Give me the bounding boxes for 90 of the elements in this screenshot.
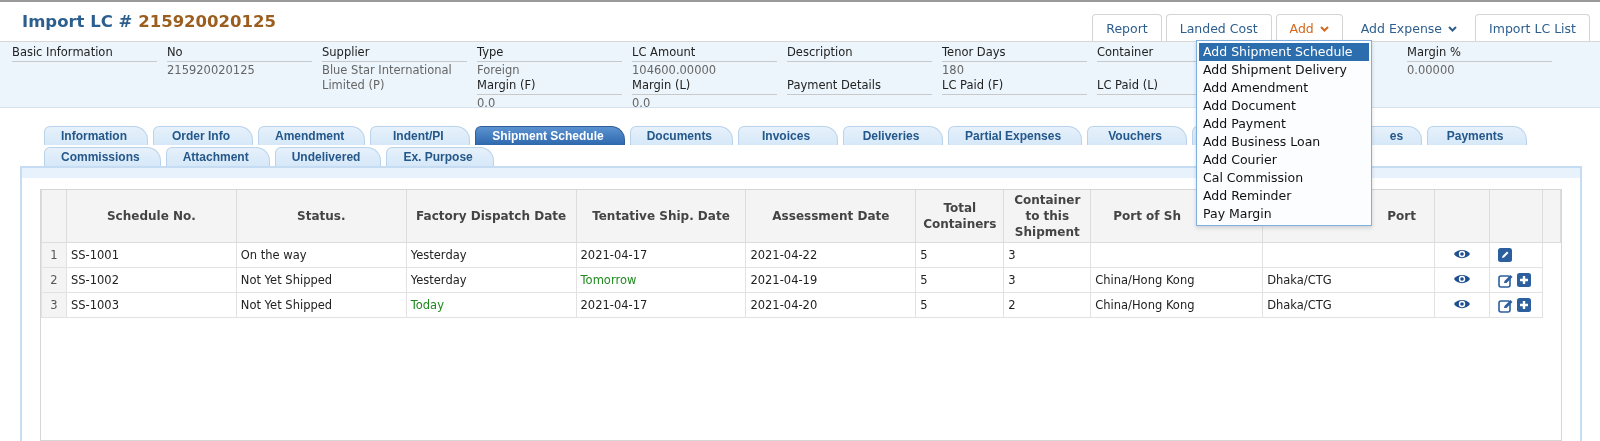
tab[interactable]: Attachment [165, 147, 270, 166]
table-cell: Tomorrow [576, 267, 746, 293]
menu-item[interactable]: Add Document [1199, 97, 1369, 115]
eye-icon[interactable] [1452, 272, 1471, 285]
field-label: Payment Details [787, 78, 932, 95]
tab[interactable]: Commissions [44, 147, 161, 166]
eye-icon[interactable] [1452, 297, 1471, 310]
column-header: Status. [236, 190, 407, 243]
tab[interactable]: Undelivered [274, 147, 382, 166]
row-number: 2 [41, 267, 67, 293]
menu-item[interactable]: Add Shipment Delivery [1199, 61, 1369, 79]
header-button[interactable]: Report [1092, 14, 1162, 41]
table-cell: Dhaka/CTG [1262, 292, 1435, 318]
eye-icon[interactable] [1452, 247, 1471, 260]
field-value: 104600.00000 [632, 62, 718, 78]
page-title: Import LC # 215920020125 [22, 12, 276, 31]
tab[interactable]: Indent/PI [370, 126, 471, 145]
table-cell: Dhaka/CTG [1262, 267, 1435, 293]
table-cell: 5 [915, 242, 1004, 268]
column-header: Schedule No. [66, 190, 237, 243]
tab[interactable]: Amendment [258, 126, 366, 145]
table-cell: 2021-04-22 [745, 242, 916, 268]
field-label: Margin % [1407, 45, 1552, 62]
table-cell: Not Yet Shipped [236, 267, 407, 293]
field-label: Type [477, 45, 622, 62]
table-cell: 2021-04-20 [745, 292, 916, 318]
tab[interactable]: Documents [629, 126, 734, 145]
tab[interactable]: Invoices [738, 126, 839, 145]
field-value: 0.00000 [1407, 62, 1456, 78]
table-cell: Not Yet Shipped [236, 292, 407, 318]
menu-item[interactable]: Add Business Loan [1199, 133, 1369, 151]
column-header: Tentative Ship. Date [576, 190, 746, 243]
tab[interactable]: Partial Expenses [948, 126, 1083, 145]
field-label: Margin (L) [632, 78, 777, 95]
tab[interactable]: Deliveries [843, 126, 944, 145]
field-label: Supplier [322, 45, 467, 62]
table-cell: On the way [236, 242, 407, 268]
table-cell: 2021-04-17 [576, 292, 746, 318]
field-label: Margin (F) [477, 78, 622, 95]
field-label: Description [787, 45, 932, 62]
table-cell: Yesterday [406, 267, 577, 293]
table-cell: SS-1001 [66, 242, 237, 268]
field-value: 180 [942, 62, 965, 78]
table-cell: SS-1003 [66, 292, 237, 318]
table-cell: 5 [915, 267, 1004, 293]
edit-icon[interactable] [1497, 297, 1514, 313]
table-cell: Yesterday [406, 242, 577, 268]
column-header: Container to this Shipment [1003, 190, 1091, 243]
row-number: 3 [41, 292, 67, 318]
dropdown-button[interactable]: Add [1275, 14, 1343, 41]
field-label: Basic Information [12, 45, 157, 62]
menu-item[interactable]: Add Shipment Schedule [1199, 43, 1369, 61]
edit-icon[interactable] [1497, 248, 1512, 262]
table-cell: SS-1002 [66, 267, 237, 293]
table-cell: 3 [1003, 267, 1091, 293]
tab[interactable]: Vouchers [1087, 126, 1188, 145]
field-label: Tenor Days [942, 45, 1087, 62]
table-cell: 2 [1003, 292, 1091, 318]
table-cell: China/Hong Kong [1090, 292, 1263, 318]
field-label: LC Amount [632, 45, 777, 62]
tab[interactable]: Information [44, 126, 148, 145]
field-label: LC Paid (F) [942, 78, 1087, 95]
header-button[interactable]: Landed Cost [1165, 14, 1272, 41]
field-value: Foreign [477, 62, 521, 78]
table-cell: 2021-04-17 [576, 242, 746, 268]
field-label: No [167, 45, 312, 62]
field-value: 0.0 [632, 95, 652, 111]
tab[interactable]: Shipment Schedule [475, 126, 625, 145]
column-header: Assessment Date [745, 190, 916, 243]
table-cell: 5 [915, 292, 1004, 318]
menu-item[interactable]: Add Payment [1199, 115, 1369, 133]
plus-icon[interactable] [1516, 273, 1531, 287]
menu-item[interactable]: Cal Commission [1199, 169, 1369, 187]
column-header: Total Containers [915, 190, 1004, 243]
table-cell: China/Hong Kong [1090, 267, 1263, 293]
plus-icon[interactable] [1516, 298, 1531, 312]
tab[interactable]: Order Info [153, 126, 253, 145]
table-cell: 2021-04-19 [745, 267, 916, 293]
menu-item[interactable]: Add Courier [1199, 151, 1369, 169]
column-header: Factory Dispatch Date [406, 190, 577, 243]
tab[interactable]: Ex. Purpose [386, 147, 494, 166]
tab[interactable]: Payments [1427, 126, 1528, 145]
field-value: 0.0 [477, 95, 497, 111]
edit-icon[interactable] [1497, 272, 1514, 288]
header-button[interactable]: Import LC List [1475, 14, 1590, 41]
table-cell: Today [406, 292, 577, 318]
table-cell: 3 [1003, 242, 1091, 268]
row-number: 1 [41, 242, 67, 268]
field-value: 215920020125 [167, 62, 256, 78]
field-value: Blue Star International Limited (P) [322, 62, 453, 93]
